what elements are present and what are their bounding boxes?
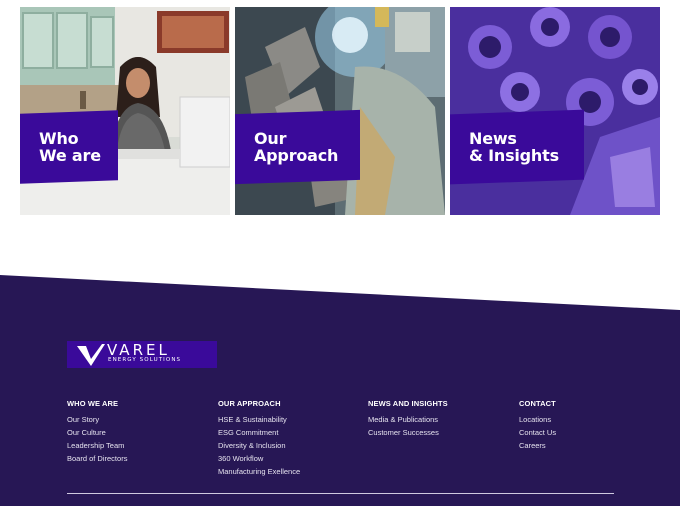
footer-divider <box>67 493 614 494</box>
site-footer <box>0 275 680 506</box>
footer-link-our-story[interactable]: Our Story <box>67 413 127 426</box>
office-person-photo <box>20 7 230 215</box>
who-we-are-label: Who We are <box>20 110 118 184</box>
news-insights-label: News & Insights <box>450 109 584 185</box>
footer-column-title: CONTACT <box>519 399 556 408</box>
footer-column-title: OUR APPROACH <box>218 399 281 408</box>
who-we-are-card[interactable]: Who We are <box>20 7 230 215</box>
news-insights-card[interactable]: News & Insights <box>450 7 660 215</box>
footer-link-360-workflow[interactable]: 360 Workflow <box>218 452 300 465</box>
varel-logo[interactable]: VAREL ENERGY SOLUTIONS <box>67 341 217 368</box>
footer-link-manufacturing-excellence[interactable]: Manufacturing Exellence <box>218 465 300 478</box>
footer-column-news-insights: NEWS AND INSIGHTS Media & Publications C… <box>368 400 448 439</box>
footer-column-our-approach: OUR APPROACH HSE & Sustainability ESG Co… <box>218 400 300 478</box>
varel-v-logo-icon <box>77 344 105 366</box>
footer-link-leadership-team[interactable]: Leadership Team <box>67 439 127 452</box>
footer-link-our-culture[interactable]: Our Culture <box>67 426 127 439</box>
footer-link-hse-sustainability[interactable]: HSE & Sustainability <box>218 413 300 426</box>
footer-link-esg-commitment[interactable]: ESG Commitment <box>218 426 300 439</box>
our-approach-card[interactable]: Our Approach <box>235 7 445 215</box>
footer-column-contact: CONTACT Locations Contact Us Careers <box>519 400 556 452</box>
footer-link-locations[interactable]: Locations <box>519 413 556 426</box>
footer-link-media-publications[interactable]: Media & Publications <box>368 413 448 426</box>
footer-link-diversity-inclusion[interactable]: Diversity & Inclusion <box>218 439 300 452</box>
footer-link-customer-successes[interactable]: Customer Successes <box>368 426 448 439</box>
our-approach-label: Our Approach <box>235 109 360 185</box>
footer-column-title: NEWS AND INSIGHTS <box>368 399 448 408</box>
footer-column-title: WHO WE ARE <box>67 399 119 408</box>
footer-column-who-we-are: WHO WE ARE Our Story Our Culture Leaders… <box>67 400 127 465</box>
footer-link-careers[interactable]: Careers <box>519 439 556 452</box>
logo-tagline: ENERGY SOLUTIONS <box>108 357 182 363</box>
footer-link-board-of-directors[interactable]: Board of Directors <box>67 452 127 465</box>
footer-link-contact-us[interactable]: Contact Us <box>519 426 556 439</box>
logo-wordmark: VAREL <box>107 341 170 359</box>
